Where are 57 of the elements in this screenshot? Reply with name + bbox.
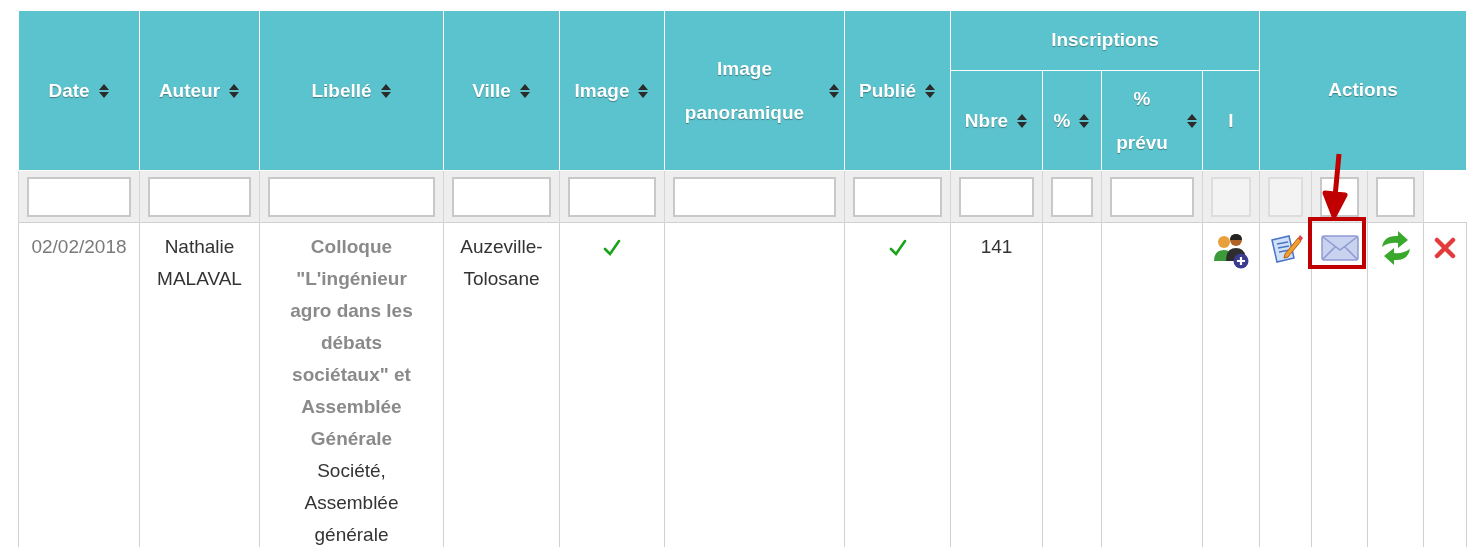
column-header: Actions bbox=[1328, 79, 1398, 101]
filter-field[interactable] bbox=[959, 176, 1034, 217]
author-text: Nathalie MALAVAL bbox=[157, 236, 242, 289]
sort-icon[interactable] bbox=[924, 82, 936, 99]
sort-icon[interactable] bbox=[97, 82, 110, 99]
tags-text: Société, Assemblée générale bbox=[303, 459, 400, 547]
sortable-header[interactable]: Date bbox=[18, 10, 140, 171]
sort-icon[interactable] bbox=[828, 82, 840, 99]
sortable-header[interactable]: Auteur bbox=[139, 10, 260, 171]
count-text: 141 bbox=[980, 236, 1013, 257]
event-title-link[interactable]: Colloque "L'ingénieur agro dans les débats sociétaux" et Assemblée Générale bbox=[274, 231, 429, 455]
delete-icon[interactable] bbox=[1434, 237, 1456, 259]
column-header: % bbox=[1053, 108, 1071, 133]
sortable-header[interactable]: I bbox=[1202, 70, 1260, 171]
filter-field[interactable] bbox=[1051, 176, 1093, 217]
column-header: I bbox=[1228, 108, 1234, 133]
column-header: Ville bbox=[472, 78, 511, 103]
filter-field[interactable] bbox=[452, 176, 551, 217]
column-header: % prévu bbox=[1115, 86, 1169, 155]
filter-field[interactable] bbox=[673, 176, 836, 217]
sort-icon[interactable] bbox=[1186, 112, 1198, 129]
filter-field[interactable] bbox=[1376, 176, 1415, 217]
filter-field[interactable] bbox=[1110, 176, 1194, 217]
sortable-header[interactable]: Ville bbox=[443, 10, 560, 171]
filter-field[interactable] bbox=[568, 176, 656, 217]
add-people-icon[interactable] bbox=[1212, 231, 1250, 269]
sortable-header[interactable]: Libellé bbox=[259, 10, 444, 171]
column-header: Image bbox=[574, 78, 630, 103]
column-header: Nbre bbox=[964, 108, 1009, 133]
sortable-header[interactable]: Image panoramique bbox=[664, 10, 845, 171]
sort-icon[interactable] bbox=[518, 82, 531, 99]
column-group-header: Inscriptions bbox=[1051, 29, 1159, 51]
column-header: Image panoramique bbox=[683, 56, 806, 125]
highlight-frame bbox=[1308, 217, 1366, 269]
sort-icon[interactable] bbox=[1078, 112, 1091, 129]
date-text: 02/02/2018 bbox=[31, 236, 127, 257]
sortable-header[interactable]: % bbox=[1042, 70, 1102, 171]
city-text: Auzeville-Tolosane bbox=[460, 236, 543, 289]
sortable-header[interactable]: Publié bbox=[844, 10, 951, 171]
edit-document-icon[interactable] bbox=[1268, 232, 1303, 264]
sortable-header[interactable]: Nbre bbox=[950, 70, 1043, 171]
sortable-header[interactable]: Image bbox=[559, 10, 665, 171]
column-header: Publié bbox=[859, 78, 916, 103]
sortable-header[interactable]: % prévu bbox=[1101, 70, 1203, 171]
filter-field[interactable] bbox=[853, 176, 942, 217]
filter-field[interactable] bbox=[268, 176, 435, 217]
sort-icon[interactable] bbox=[379, 82, 392, 99]
sort-icon[interactable] bbox=[228, 82, 241, 99]
sort-icon[interactable] bbox=[1016, 112, 1029, 129]
column-header: Auteur bbox=[158, 78, 221, 103]
envelope-icon[interactable] bbox=[1320, 235, 1359, 261]
filter-field[interactable] bbox=[148, 176, 251, 217]
filter-field[interactable] bbox=[27, 176, 131, 217]
column-header: Date bbox=[48, 78, 90, 103]
column-header: Libellé bbox=[311, 78, 372, 103]
sort-icon[interactable] bbox=[637, 82, 650, 99]
arrow-annotation bbox=[1322, 153, 1348, 219]
